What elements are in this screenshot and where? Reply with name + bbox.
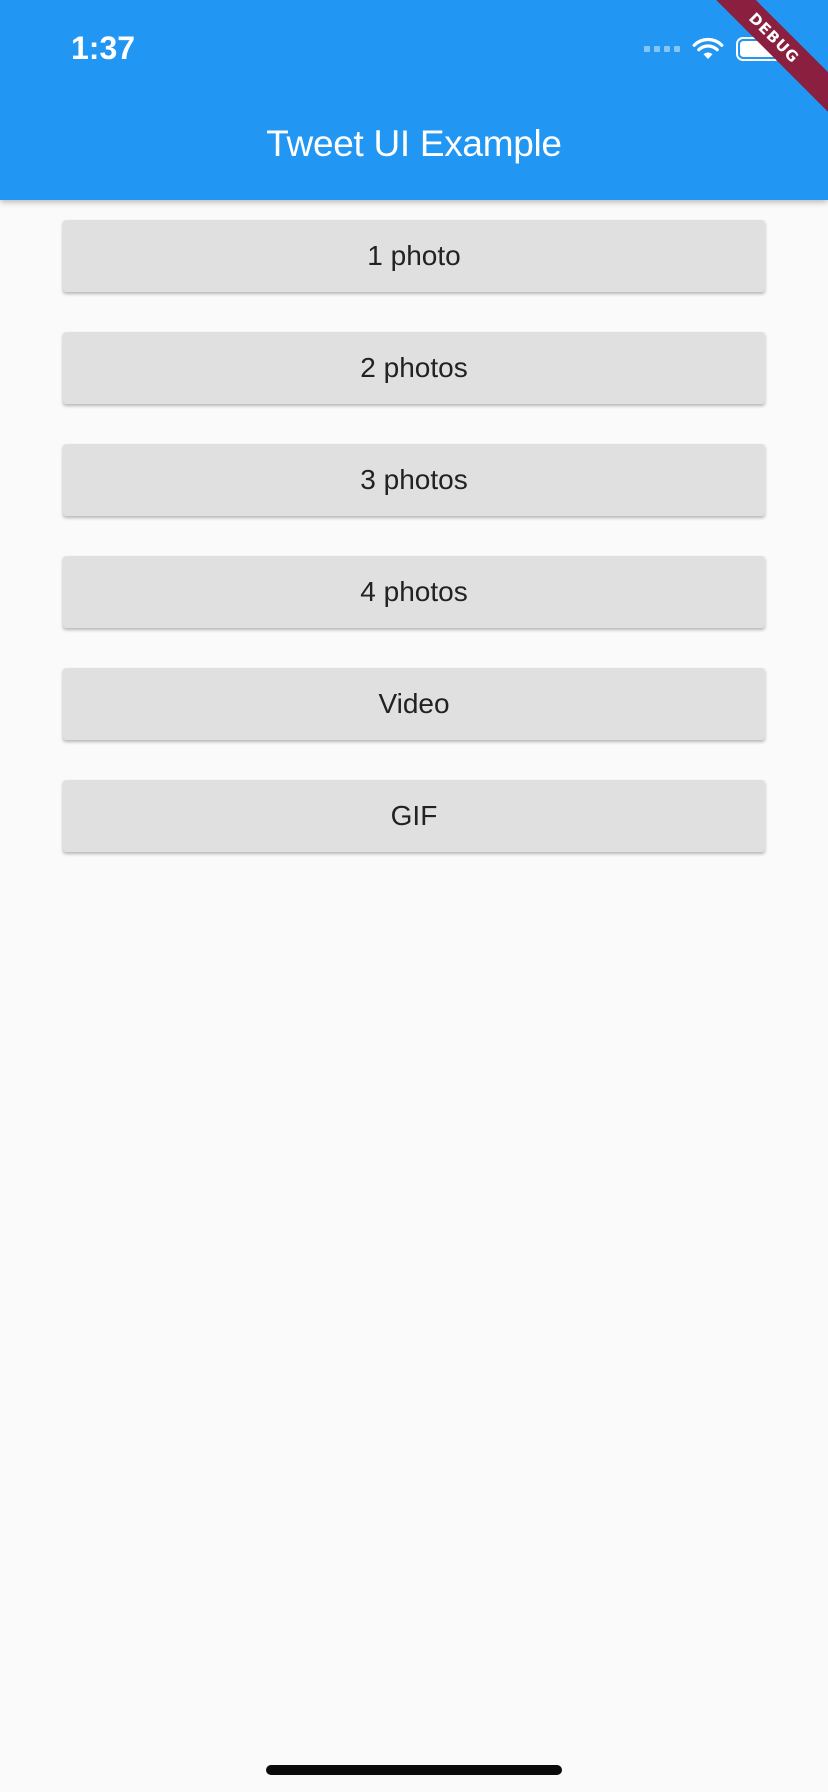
four-photos-button[interactable]: 4 photos [63,556,765,628]
home-indicator[interactable] [266,1765,562,1775]
button-list: 1 photo 2 photos 3 photos 4 photos Video… [63,200,765,892]
gif-button[interactable]: GIF [63,780,765,852]
cellular-signal-icon [644,46,680,52]
app-bar: 1:37 Tweet UI Example [0,0,828,200]
two-photos-button[interactable]: 2 photos [63,332,765,404]
page-title: Tweet UI Example [266,123,562,164]
three-photos-button[interactable]: 3 photos [63,444,765,516]
video-button[interactable]: Video [63,668,765,740]
wifi-icon [692,37,724,61]
status-time: 1:37 [71,30,136,66]
one-photo-button[interactable]: 1 photo [63,220,765,292]
